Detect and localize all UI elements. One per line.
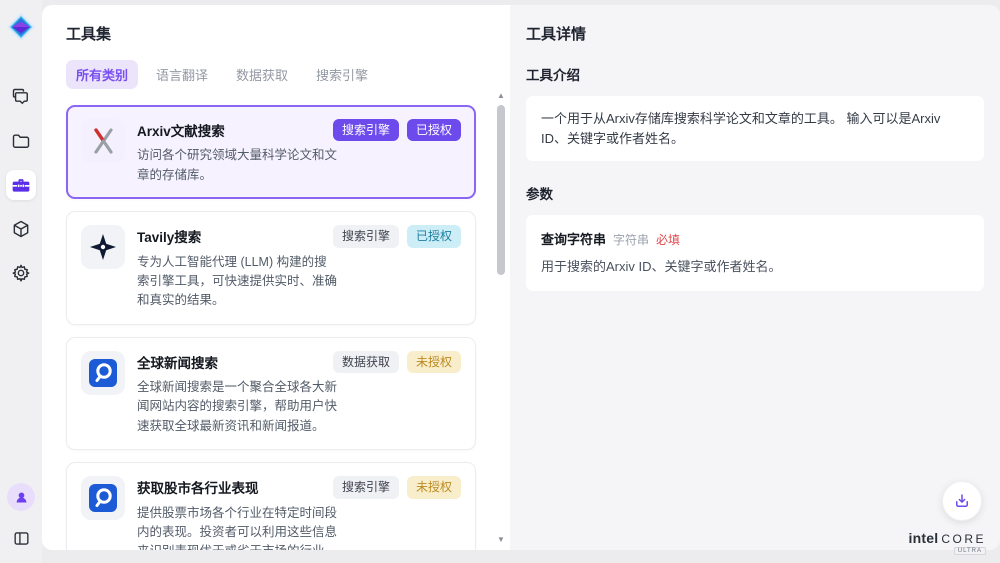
tab-all-categories[interactable]: 所有类别 — [66, 60, 138, 89]
app-gem-logo — [6, 12, 36, 42]
param-required-flag: 必填 — [656, 231, 680, 248]
tool-card[interactable]: 全球新闻搜索 数据获取 未授权 全球新闻搜索是一个聚合全球各大新闻网站内容的搜索… — [66, 337, 476, 451]
sidebar — [0, 0, 42, 563]
user-avatar-icon[interactable] — [7, 483, 35, 511]
intel-core-logo: intel CORE ULTRA — [909, 530, 986, 555]
intro-text-box: 一个用于从Arxiv存储库搜索科学论文和文章的工具。 输入可以是Arxiv ID… — [526, 96, 984, 161]
tool-card[interactable]: Tavily搜索 搜索引擎 已授权 专为人工智能代理 (LLM) 构建的搜索引擎… — [66, 211, 476, 325]
chat-icon[interactable] — [6, 82, 36, 112]
tool-description: 提供股票市场各个行业在特定时间段内的表现。投资者可以利用这些信息来识别表现优于或… — [137, 504, 337, 550]
tool-auth-badge: 已授权 — [407, 119, 461, 141]
tavily-star-icon — [81, 225, 125, 269]
tool-name: Tavily搜索 — [137, 225, 201, 246]
tool-name: Arxiv文献搜索 — [137, 119, 225, 140]
param-desc: 用于搜索的Arxiv ID、关键字或作者姓名。 — [541, 256, 969, 275]
folder-icon[interactable] — [6, 126, 36, 156]
layout-panel-icon[interactable] — [6, 523, 36, 553]
tool-card[interactable]: Arxiv文献搜索 搜索引擎 已授权 访问各个研究领域大量科学论文和文章的存储库… — [66, 105, 476, 199]
tool-list: Arxiv文献搜索 搜索引擎 已授权 访问各个研究领域大量科学论文和文章的存储库… — [66, 105, 510, 550]
blue-search-icon — [81, 351, 125, 395]
blue-search-icon — [81, 476, 125, 520]
tool-description: 专为人工智能代理 (LLM) 构建的搜索引擎工具，可快速提供实时、准确和真实的结… — [137, 253, 337, 311]
intro-heading: 工具介绍 — [526, 64, 984, 84]
tool-category-badge: 数据获取 — [333, 351, 399, 373]
cube-icon[interactable] — [6, 214, 36, 244]
tools-panel-title: 工具集 — [66, 23, 510, 44]
scrollbar-thumb[interactable] — [497, 105, 505, 275]
tool-name: 全球新闻搜索 — [137, 351, 218, 372]
category-tabs: 所有类别语言翻译数据获取搜索引擎 — [66, 60, 510, 89]
intel-brand-text: intel — [909, 530, 939, 546]
scrollbar-down-arrow-icon[interactable]: ▼ — [495, 535, 507, 544]
toolbox-icon[interactable] — [6, 170, 36, 200]
tool-auth-badge: 未授权 — [407, 476, 461, 498]
scrollbar-up-arrow-icon[interactable]: ▲ — [495, 91, 507, 100]
tab-3[interactable]: 搜索引擎 — [306, 60, 378, 89]
tab-1[interactable]: 语言翻译 — [146, 60, 218, 89]
detail-panel-title: 工具详情 — [526, 23, 984, 44]
tool-name: 获取股市各行业表现 — [137, 476, 259, 497]
params-heading: 参数 — [526, 183, 984, 203]
tool-auth-badge: 已授权 — [407, 225, 461, 247]
app-window: 工具集 所有类别语言翻译数据获取搜索引擎 Arxiv文献搜索 搜索引擎 已授权 … — [0, 0, 1000, 563]
tool-auth-badge: 未授权 — [407, 351, 461, 373]
settings-gear-icon[interactable] — [6, 258, 36, 288]
tool-category-badge: 搜索引擎 — [333, 119, 399, 141]
param-box: 查询字符串 字符串 必填 用于搜索的Arxiv ID、关键字或作者姓名。 — [526, 215, 984, 291]
core-brand-text: CORE — [941, 532, 986, 546]
tool-detail-panel: 工具详情 工具介绍 一个用于从Arxiv存储库搜索科学论文和文章的工具。 输入可… — [510, 5, 1000, 550]
tool-description: 访问各个研究领域大量科学论文和文章的存储库。 — [137, 146, 337, 185]
param-name: 查询字符串 — [541, 229, 606, 248]
download-icon — [953, 492, 971, 510]
tool-description: 全球新闻搜索是一个聚合全球各大新闻网站内容的搜索引擎，帮助用户快速获取全球最新资… — [137, 378, 337, 436]
tool-card[interactable]: 获取股市各行业表现 搜索引擎 未授权 提供股票市场各个行业在特定时间段内的表现。… — [66, 462, 476, 550]
arxiv-x-icon — [81, 119, 125, 163]
param-type: 字符串 — [613, 231, 649, 248]
tool-category-badge: 搜索引擎 — [333, 225, 399, 247]
tools-panel: 工具集 所有类别语言翻译数据获取搜索引擎 Arxiv文献搜索 搜索引擎 已授权 … — [42, 5, 510, 550]
list-scrollbar[interactable]: ▲ ▼ — [495, 91, 507, 544]
intel-ultra-badge: ULTRA — [954, 547, 986, 555]
tool-category-badge: 搜索引擎 — [333, 476, 399, 498]
download-button[interactable] — [942, 481, 982, 521]
tab-2[interactable]: 数据获取 — [226, 60, 298, 89]
